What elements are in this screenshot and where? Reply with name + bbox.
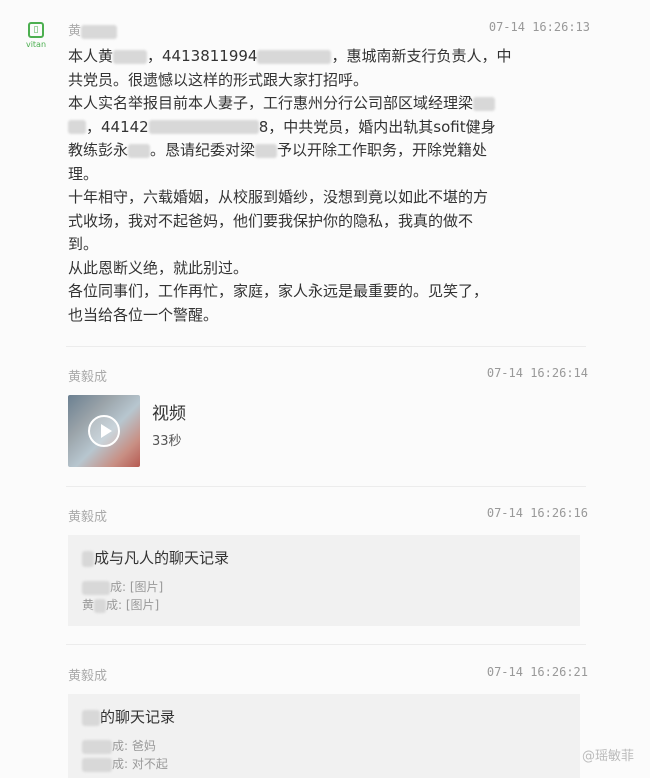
message-time: 07-14 16:26:21 — [486, 665, 588, 679]
message-time: 07-14 16:26:14 — [486, 366, 588, 380]
redaction — [82, 550, 94, 567]
redaction — [148, 120, 259, 134]
chat-record-line: 成: 爸妈 — [82, 737, 566, 755]
redaction — [257, 49, 332, 64]
watermark: @瑶敏菲 — [581, 749, 634, 764]
video-duration: 33秒 — [152, 434, 182, 449]
chat-record-line: 成: 对不起 — [82, 755, 566, 773]
redaction — [128, 143, 151, 158]
message-3: 黄毅成 07-14 16:26:16 成与凡人的聊天记录 成: [图片] 黄成:… — [68, 506, 588, 626]
video-message[interactable]: 视频 33秒 — [68, 395, 588, 467]
redaction — [113, 49, 148, 64]
chat-history-view: ▯ vitan 黄 07-14 16:26:13 本人黄 ，4413811994，… — [0, 0, 650, 778]
chat-record-line: 成: [图片] — [82, 578, 566, 596]
message-time: 07-14 16:26:13 — [488, 20, 590, 34]
divider — [66, 346, 586, 347]
message-2: 黄毅成 07-14 16:26:14 视频 33秒 — [68, 366, 588, 467]
avatar-caption: vitan — [25, 40, 47, 49]
video-thumbnail[interactable] — [68, 395, 140, 467]
video-title: 视频 — [152, 404, 186, 424]
redaction — [81, 24, 118, 39]
message-1: 黄 07-14 16:26:13 本人黄 ，4413811994 ，惠城南新支行负责… — [68, 20, 590, 327]
user-avatar[interactable]: ▯ vitan — [23, 22, 49, 54]
redaction — [82, 739, 112, 754]
message-time: 07-14 16:26:16 — [486, 506, 588, 520]
redaction — [82, 580, 110, 595]
divider — [66, 644, 586, 645]
redaction — [255, 143, 278, 158]
chat-record-card[interactable]: 的聊天记录 成: 爸妈 成: 对不起 — [68, 694, 580, 778]
message-text[interactable]: 本人黄 ，4413811994 ，惠城南新支行负责人，中 共党员。很遗憾以这样的形式… — [68, 45, 558, 327]
divider — [66, 486, 586, 487]
chat-record-title: 成与凡人的聊天记录 — [82, 547, 566, 568]
redaction — [94, 598, 107, 613]
chat-record-title: 的聊天记录 — [82, 706, 566, 727]
chat-record-card[interactable]: 成与凡人的聊天记录 成: [图片] 黄成: [图片] — [68, 535, 580, 626]
avatar-icon: ▯ — [28, 22, 44, 38]
chat-record-line: 黄成: [图片] — [82, 598, 160, 613]
message-4: 黄毅成 07-14 16:26:21 的聊天记录 成: 爸妈 成: 对不起 — [68, 665, 588, 778]
redaction — [82, 757, 112, 772]
redaction — [68, 120, 86, 134]
play-icon[interactable] — [88, 415, 120, 447]
redaction — [82, 709, 100, 726]
redaction — [473, 96, 496, 111]
